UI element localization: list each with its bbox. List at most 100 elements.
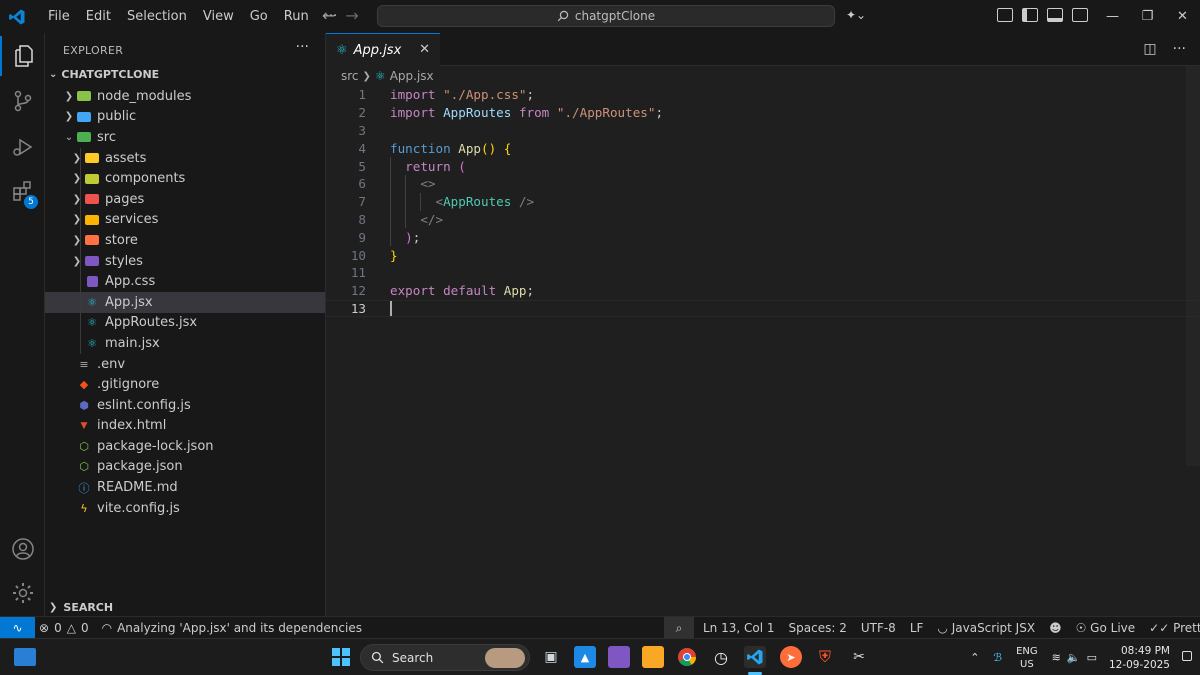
errors-icon[interactable]: ⊗: [39, 621, 49, 635]
more-actions-icon[interactable]: ···: [296, 39, 309, 55]
prettier-button[interactable]: ✓✓ Prettier: [1142, 621, 1200, 635]
warning-icon[interactable]: △: [67, 621, 76, 635]
video-editor-icon[interactable]: [608, 646, 630, 668]
bluetooth-icon[interactable]: ℬ: [993, 651, 1002, 664]
workspace-root-header[interactable]: ⌄ CHATGPTCLONE: [49, 68, 159, 81]
run-debug-icon[interactable]: [0, 127, 45, 167]
tree-folder[interactable]: ❯ store: [45, 230, 325, 251]
tree-folder[interactable]: ❯ node_modules: [45, 86, 325, 107]
tree-folder[interactable]: ❯ assets: [45, 147, 325, 169]
vscode-window: File Edit Selection View Go Run ··· ← → chatgp…: [0, 0, 1200, 675]
snipping-tool-icon[interactable]: ✂: [848, 646, 870, 668]
react-icon: ⚛: [87, 295, 97, 309]
folder-icon: [77, 131, 91, 143]
split-editor-icon[interactable]: ◫: [1143, 41, 1156, 57]
vertical-scrollbar[interactable]: [1186, 66, 1200, 466]
notification-icon[interactable]: [1182, 651, 1192, 661]
source-control-icon[interactable]: [0, 81, 45, 121]
vscode-taskbar-icon[interactable]: [744, 646, 766, 668]
cursor-position[interactable]: Ln 13, Col 1: [694, 621, 782, 635]
menu-item[interactable]: View: [195, 9, 242, 24]
customize-layout-icon[interactable]: [997, 8, 1013, 22]
indentation[interactable]: Spaces: 2: [782, 621, 854, 635]
file-tree: ❯ node_modules ❯ public ⌄ src ❯ assets ❯ componen…: [45, 86, 325, 518]
clock-app-icon[interactable]: ◷: [710, 646, 732, 668]
postman-icon[interactable]: ➤: [780, 646, 802, 668]
windows-start-icon[interactable]: [330, 646, 352, 668]
tree-file[interactable]: ⚛ App.jsx: [45, 291, 325, 313]
close-window-icon[interactable]: ✕: [1165, 9, 1200, 24]
tree-file[interactable]: ⚛ AppRoutes.jsx: [45, 312, 325, 334]
tree-folder[interactable]: ❯ services: [45, 209, 325, 231]
tree-file[interactable]: ▼ index.html: [45, 416, 325, 437]
explorer-icon[interactable]: [0, 36, 45, 76]
command-center-search[interactable]: chatgptClone: [377, 5, 835, 27]
app-icon[interactable]: ▲: [574, 646, 596, 668]
tree-file[interactable]: ϟ vite.config.js: [45, 498, 325, 519]
tree-folder[interactable]: ❯ components: [45, 168, 325, 189]
chrome-icon[interactable]: [676, 646, 698, 668]
tree-folder[interactable]: ❯ styles: [45, 250, 325, 272]
tree-file[interactable]: ⓘ README.md: [45, 477, 325, 498]
remote-indicator-icon[interactable]: ∿: [0, 616, 35, 639]
line-number: 3: [358, 122, 366, 138]
clock[interactable]: 08:49 PM 12-09-2025: [1109, 644, 1170, 672]
menu-item[interactable]: Edit: [78, 9, 119, 24]
tab-app-jsx[interactable]: ⚛ App.jsx ✕: [326, 33, 440, 66]
more-editor-actions-icon[interactable]: ···: [1173, 41, 1186, 57]
vscode-logo-icon[interactable]: [0, 0, 33, 33]
breadcrumb-folder[interactable]: src: [341, 69, 359, 83]
tree-file[interactable]: ⬢ eslint.config.js: [45, 395, 325, 416]
extensions-icon[interactable]: 5: [0, 171, 45, 211]
tab-label: App.jsx: [353, 42, 402, 58]
show-hidden-icons-icon[interactable]: ⌃: [970, 651, 979, 664]
restore-icon[interactable]: ❐: [1130, 9, 1165, 24]
back-arrow-icon[interactable]: ←: [322, 6, 335, 25]
breadcrumb-file[interactable]: App.jsx: [390, 69, 434, 83]
copilot-status-icon[interactable]: ☻: [1042, 621, 1069, 635]
tree-item-label: assets: [105, 150, 147, 166]
file-explorer-icon[interactable]: [642, 646, 664, 668]
tree-file[interactable]: ⬡ package.json: [45, 457, 325, 478]
taskbar-search[interactable]: Search: [360, 644, 530, 671]
tree-folder[interactable]: ⌄ src: [45, 127, 325, 148]
code-editor[interactable]: 1 import "./App.css"; 2 import AppRoutes fr…: [326, 86, 1200, 318]
volume-icon[interactable]: 🔈: [1067, 651, 1081, 664]
tree-folder[interactable]: ❯ pages: [45, 188, 325, 210]
language-indicator[interactable]: ENG US: [1016, 645, 1038, 671]
menu-item[interactable]: Run: [276, 9, 317, 24]
accounts-icon[interactable]: [0, 529, 45, 569]
tree-file[interactable]: ◆ .gitignore: [45, 374, 325, 395]
battery-icon[interactable]: ▭: [1087, 651, 1097, 664]
tree-folder[interactable]: ❯ public: [45, 107, 325, 128]
menu-item[interactable]: File: [40, 9, 78, 24]
tree-file[interactable]: ⬡ package-lock.json: [45, 436, 325, 457]
menu-item[interactable]: Selection: [119, 9, 195, 24]
task-view-icon[interactable]: ▣: [540, 646, 562, 668]
widgets-icon[interactable]: [14, 648, 36, 666]
zoom-icon[interactable]: ⌕: [664, 617, 694, 639]
toggle-sidebar-icon[interactable]: [1022, 8, 1038, 22]
end-of-line[interactable]: LF: [903, 621, 931, 635]
forward-arrow-icon[interactable]: →: [345, 6, 358, 25]
language-mode[interactable]: ◡ JavaScript JSX: [930, 621, 1042, 635]
tree-file[interactable]: ⚛ main.jsx: [45, 333, 325, 354]
brave-icon[interactable]: ⛨: [814, 646, 836, 668]
tree-file[interactable]: ≡ .env: [45, 354, 325, 375]
close-tab-icon[interactable]: ✕: [419, 42, 430, 57]
manage-gear-icon[interactable]: [0, 573, 45, 613]
tree-item-label: index.html: [97, 418, 167, 434]
go-live-button[interactable]: ☉ Go Live: [1069, 621, 1143, 635]
menu-item[interactable]: Go: [242, 9, 276, 24]
search-section-header[interactable]: ❯ SEARCH: [49, 601, 113, 614]
toggle-secondary-sidebar-icon[interactable]: [1072, 8, 1088, 22]
minimize-icon[interactable]: —: [1095, 9, 1130, 24]
indent-guide: [390, 157, 391, 175]
line-content: import "./App.css";: [390, 87, 535, 103]
code-line: 6 <>: [326, 174, 1200, 193]
tree-file[interactable]: App.css: [45, 271, 325, 292]
copilot-icon[interactable]: ✦⌄: [846, 8, 866, 22]
wifi-icon[interactable]: ≋: [1052, 651, 1061, 664]
toggle-panel-icon[interactable]: [1047, 8, 1063, 22]
encoding[interactable]: UTF-8: [854, 621, 903, 635]
